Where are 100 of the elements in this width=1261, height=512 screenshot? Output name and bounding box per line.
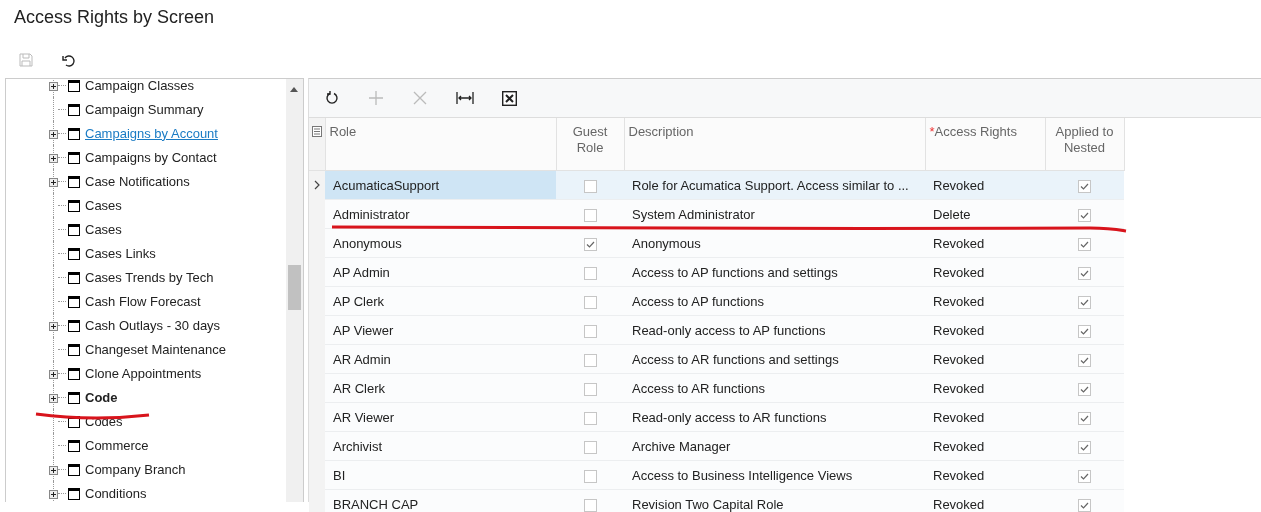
- scroll-up-icon[interactable]: [290, 87, 298, 92]
- checkbox[interactable]: [1078, 498, 1091, 512]
- checkbox[interactable]: [1078, 237, 1091, 251]
- table-row[interactable]: BI Access to Business Intelligence Views Revoked: [309, 460, 1124, 490]
- table-cell: AP Admin: [325, 257, 556, 287]
- tree-item[interactable]: Company Branch: [85, 461, 186, 477]
- table-cell: AP Clerk: [325, 286, 556, 316]
- expand-icon[interactable]: [49, 322, 58, 331]
- scrollbar[interactable]: [286, 79, 303, 502]
- undo-icon[interactable]: [61, 52, 77, 68]
- window-icon: [68, 344, 80, 356]
- table-cell: Revision Two Capital Role: [624, 489, 925, 512]
- checkbox[interactable]: [1078, 469, 1091, 483]
- table-cell: BI: [325, 460, 556, 490]
- scroll-thumb[interactable]: [288, 265, 301, 310]
- table-cell: Read-only access to AP functions: [624, 315, 925, 345]
- checkbox[interactable]: [583, 295, 597, 309]
- window-icon: [68, 320, 80, 332]
- page-title: Access Rights by Screen: [13, 6, 216, 29]
- expand-icon[interactable]: [49, 154, 58, 163]
- tree-item[interactable]: Campaign Classes: [85, 79, 195, 93]
- table-row[interactable]: AP Admin Access to AP functions and settings Revoked: [309, 257, 1124, 287]
- column-settings-icon[interactable]: [312, 126, 322, 137]
- fit-columns-icon[interactable]: [456, 91, 474, 105]
- tree-item[interactable]: Cases Trends by Tech: [85, 269, 214, 285]
- checkbox[interactable]: [583, 237, 597, 251]
- checkbox[interactable]: [583, 266, 597, 280]
- table-row[interactable]: AP Clerk Access to AP functions Revoked: [309, 286, 1124, 316]
- table-cell: Revoked: [925, 373, 1045, 403]
- tree-item[interactable]: Cases: [85, 197, 122, 213]
- table-cell: AR Admin: [325, 344, 556, 374]
- window-icon: [68, 440, 80, 452]
- expand-icon[interactable]: [49, 130, 58, 139]
- checkbox[interactable]: [583, 440, 597, 454]
- checkbox[interactable]: [583, 469, 597, 483]
- checkbox[interactable]: [1078, 179, 1091, 193]
- table-cell: Access to AP functions: [624, 286, 925, 316]
- table-cell: AR Viewer: [325, 402, 556, 432]
- tree-item[interactable]: Conditions: [85, 485, 147, 501]
- checkbox[interactable]: [1078, 382, 1091, 396]
- table-row[interactable]: AR Clerk Access to AR functions Revoked: [309, 373, 1124, 403]
- window-icon: [68, 200, 80, 212]
- table-row[interactable]: AcumaticaSupport Role for Acumatica Support. Access similar to ... Revoked: [309, 170, 1124, 200]
- table-row[interactable]: BRANCH CAP Revision Two Capital Role Revoked: [309, 489, 1124, 512]
- checkbox[interactable]: [1078, 208, 1091, 222]
- table-cell: AcumaticaSupport: [325, 170, 556, 200]
- tree-item[interactable]: Campaigns by Contact: [85, 149, 217, 165]
- checkbox[interactable]: [1078, 440, 1091, 454]
- table-row[interactable]: AR Admin Access to AR functions and settings Revoked: [309, 344, 1124, 374]
- table-row[interactable]: AP Viewer Read-only access to AP functions Revoked: [309, 315, 1124, 345]
- checkbox[interactable]: [583, 208, 597, 222]
- tree-item[interactable]: Clone Appointments: [85, 365, 202, 381]
- tree-item[interactable]: Cash Flow Forecast: [85, 293, 201, 309]
- tree-item[interactable]: Code: [85, 389, 118, 405]
- column-header[interactable]: Applied to Nested: [1045, 118, 1124, 171]
- expand-icon[interactable]: [49, 490, 58, 499]
- table-cell: Revoked: [925, 344, 1045, 374]
- table-cell: Delete: [925, 199, 1045, 229]
- tree-item[interactable]: Case Notifications: [85, 173, 190, 189]
- expand-icon[interactable]: [49, 82, 58, 91]
- tree-item[interactable]: Campaign Summary: [85, 101, 204, 117]
- checkbox[interactable]: [583, 324, 597, 338]
- checkbox[interactable]: [1078, 353, 1091, 367]
- expand-icon[interactable]: [49, 370, 58, 379]
- expand-icon[interactable]: [49, 466, 58, 475]
- checkbox[interactable]: [583, 411, 597, 425]
- checkbox[interactable]: [1078, 411, 1091, 425]
- table-row[interactable]: Archivist Archive Manager Revoked: [309, 431, 1124, 461]
- tree-item[interactable]: Cases Links: [85, 245, 156, 261]
- column-header[interactable]: Description: [624, 118, 925, 171]
- tree-item[interactable]: Cash Outlays - 30 days: [85, 317, 221, 333]
- tree-item[interactable]: Campaigns by Account: [85, 125, 218, 141]
- table-cell: Revoked: [925, 257, 1045, 287]
- table-cell: Read-only access to AR functions: [624, 402, 925, 432]
- column-header[interactable]: Role: [325, 118, 556, 171]
- excel-export-icon[interactable]: [502, 90, 517, 106]
- window-icon: [68, 416, 80, 428]
- checkbox[interactable]: [1078, 295, 1091, 309]
- refresh-icon[interactable]: [324, 90, 340, 106]
- checkbox[interactable]: [583, 498, 597, 512]
- window-icon: [68, 176, 80, 188]
- checkbox[interactable]: [1078, 324, 1091, 338]
- expand-icon[interactable]: [49, 178, 58, 187]
- checkbox[interactable]: [583, 382, 597, 396]
- window-icon: [68, 80, 80, 92]
- checkbox[interactable]: [1078, 266, 1091, 280]
- table-cell: Administrator: [325, 199, 556, 229]
- tree-item[interactable]: Changeset Maintenance: [85, 341, 226, 357]
- column-header[interactable]: *Access Rights: [925, 118, 1045, 171]
- tree-item[interactable]: Commerce: [85, 437, 149, 453]
- table-row[interactable]: Anonymous Anonymous Revoked: [309, 228, 1124, 258]
- current-row-icon: [314, 179, 320, 190]
- table-cell: BRANCH CAP: [325, 489, 556, 512]
- checkbox[interactable]: [583, 353, 597, 367]
- table-row[interactable]: AR Viewer Read-only access to AR functions Revoked: [309, 402, 1124, 432]
- column-header[interactable]: Guest Role: [556, 118, 624, 171]
- checkbox[interactable]: [583, 179, 597, 193]
- table-cell: Archive Manager: [624, 431, 925, 461]
- expand-icon[interactable]: [49, 394, 58, 403]
- tree-item[interactable]: Cases: [85, 221, 122, 237]
